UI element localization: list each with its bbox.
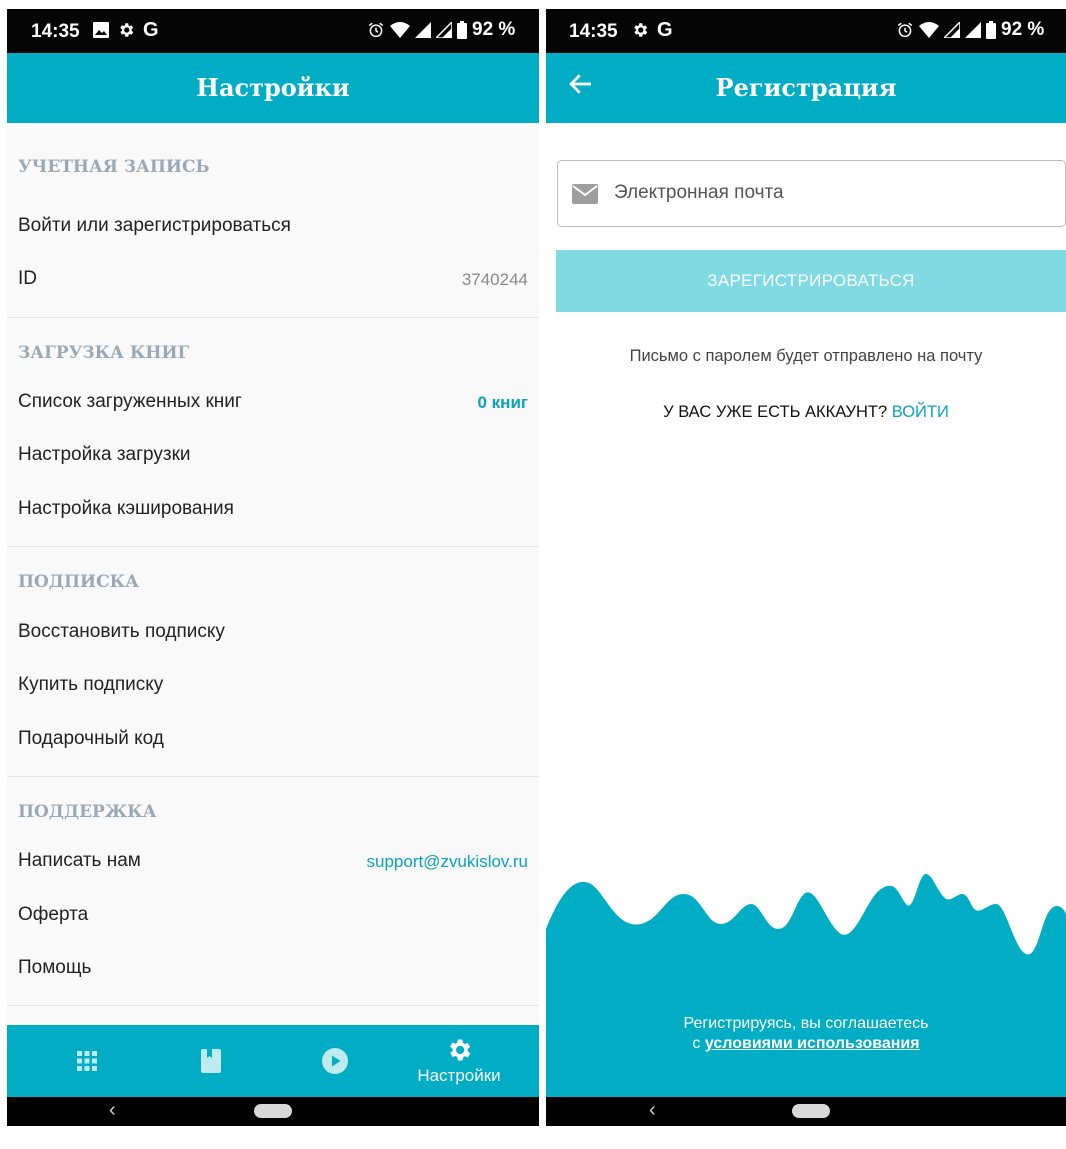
signal-icon [415, 22, 431, 38]
terms-line-2: с условиями использования [546, 1034, 1066, 1054]
image-icon [93, 22, 109, 38]
terms-prefix: с [692, 1035, 701, 1052]
battery-percent: 92 % [1001, 19, 1045, 40]
section-header-support: ПОДДЕРЖКА [18, 802, 157, 822]
status-system-icons: 92 % [367, 19, 515, 41]
email-field[interactable] [557, 160, 1066, 227]
row-id: ID 3740244 [7, 256, 539, 306]
register-button[interactable]: ЗАРЕГИСТРИРОВАТЬСЯ [556, 250, 1066, 312]
system-back-icon[interactable]: ‹ [109, 1099, 116, 1122]
row-login-register[interactable]: Войти или зарегистрироваться [7, 203, 539, 253]
login-link[interactable]: ВОЙТИ [892, 403, 949, 421]
nav-settings-label: Настройки [417, 1066, 501, 1085]
page-title: Настройки [196, 73, 350, 102]
section-header-account: УЧЕТНАЯ ЗАПИСЬ [18, 157, 210, 177]
row-label: Настройка загрузки [18, 444, 191, 465]
divider [7, 546, 539, 547]
status-bar: 14:35 G 92 % [546, 9, 1066, 53]
system-navigation-bar: ‹ [7, 1097, 539, 1126]
google-icon: G [657, 19, 673, 41]
terms-link[interactable]: условиями использования [705, 1035, 920, 1052]
gear-icon [120, 23, 134, 37]
system-navigation-bar: ‹ [546, 1097, 1066, 1126]
alarm-icon [897, 22, 913, 38]
row-label: Помощь [18, 957, 92, 978]
page-title: Регистрация [715, 73, 897, 102]
email-input[interactable] [614, 175, 1044, 211]
row-label: Подарочный код [18, 728, 164, 749]
row-label: Настройка кэширования [18, 498, 234, 519]
row-buy-subscription[interactable]: Купить подписку [7, 662, 539, 712]
divider [7, 317, 539, 318]
terms-text: Регистрируясь, вы соглашаетесь с условия… [546, 1014, 1066, 1054]
row-cache-settings[interactable]: Настройка кэширования [7, 486, 539, 536]
wave-decoration [546, 874, 1066, 1097]
battery-percent: 92 % [472, 19, 516, 40]
google-icon: G [143, 19, 159, 41]
alarm-icon [368, 22, 384, 38]
system-back-icon[interactable]: ‹ [649, 1099, 656, 1122]
grid-icon [77, 1051, 97, 1071]
row-download-settings[interactable]: Настройка загрузки [7, 432, 539, 482]
support-email-link[interactable]: support@zvukislov.ru [367, 852, 529, 872]
settings-screen: 14:35 G 92 % Настройки УЧЕТНАЯ ЗАПИСЬ Во… [7, 9, 539, 1126]
row-label: Оферта [18, 904, 89, 925]
system-home-pill[interactable] [254, 1104, 292, 1118]
section-header-subscription: ПОДПИСКА [18, 572, 139, 592]
wifi-icon [919, 22, 939, 38]
app-bar: Регистрация [546, 53, 1066, 123]
row-label: ID [18, 268, 37, 289]
signal-icon [944, 22, 960, 38]
row-label: Купить подписку [18, 674, 164, 695]
mail-icon [572, 184, 598, 204]
status-bar: 14:35 G 92 % [7, 9, 539, 53]
row-label: Войти или зарегистрироваться [18, 215, 291, 236]
row-downloaded-books[interactable]: Список загруженных книг 0 книг [7, 379, 539, 429]
app-bar: Настройки [7, 53, 539, 123]
row-help[interactable]: Помощь [7, 945, 539, 995]
divider [7, 1005, 539, 1006]
row-label: Восстановить подписку [18, 621, 225, 642]
gear-icon [634, 23, 648, 37]
wifi-icon [390, 22, 410, 38]
terms-line-1: Регистрируясь, вы соглашаетесь [683, 1015, 929, 1032]
row-value-books-count: 0 книг [477, 393, 529, 412]
row-label: Написать нам [18, 850, 141, 871]
status-time: 14:35 [569, 21, 618, 42]
status-system-icons: 92 % [896, 19, 1044, 41]
signal-icon-2 [965, 22, 981, 38]
row-value-id: 3740244 [461, 270, 528, 289]
gear-icon [450, 1039, 471, 1061]
row-offer[interactable]: Оферта [7, 892, 539, 942]
nav-library[interactable] [171, 1025, 251, 1097]
nav-settings[interactable]: Настройки [409, 1025, 509, 1097]
system-home-pill[interactable] [792, 1104, 830, 1118]
row-gift-code[interactable]: Подарочный код [7, 716, 539, 766]
play-icon [322, 1048, 348, 1074]
have-account-text: У ВАС УЖЕ ЕСТЬ АККАУНТ? [663, 403, 888, 421]
password-note: Письмо с паролем будет отправлено на поч… [629, 347, 983, 365]
book-icon [201, 1049, 221, 1073]
nav-player[interactable] [295, 1025, 375, 1097]
row-write-us[interactable]: Написать нам support@zvukislov.ru [7, 838, 539, 888]
battery-icon [986, 21, 996, 39]
divider [7, 776, 539, 777]
row-label: Список загруженных книг [18, 391, 242, 412]
status-time: 14:35 [31, 21, 80, 42]
battery-icon [457, 21, 467, 39]
signal-icon-2 [436, 22, 452, 38]
nav-catalog[interactable] [47, 1025, 127, 1097]
registration-screen: 14:35 G 92 % Регистрация ЗАРЕГИСТРИРОВАТ… [546, 9, 1066, 1126]
row-restore-subscription[interactable]: Восстановить подписку [7, 609, 539, 659]
status-notification-icons: G [631, 19, 673, 41]
section-header-downloads: ЗАГРУЗКА КНИГ [18, 343, 190, 363]
bottom-navigation: Настройки [7, 1025, 539, 1097]
login-prompt: У ВАС УЖЕ ЕСТЬ АККАУНТ? ВОЙТИ [546, 403, 1066, 422]
status-notification-icons: G [93, 19, 159, 41]
